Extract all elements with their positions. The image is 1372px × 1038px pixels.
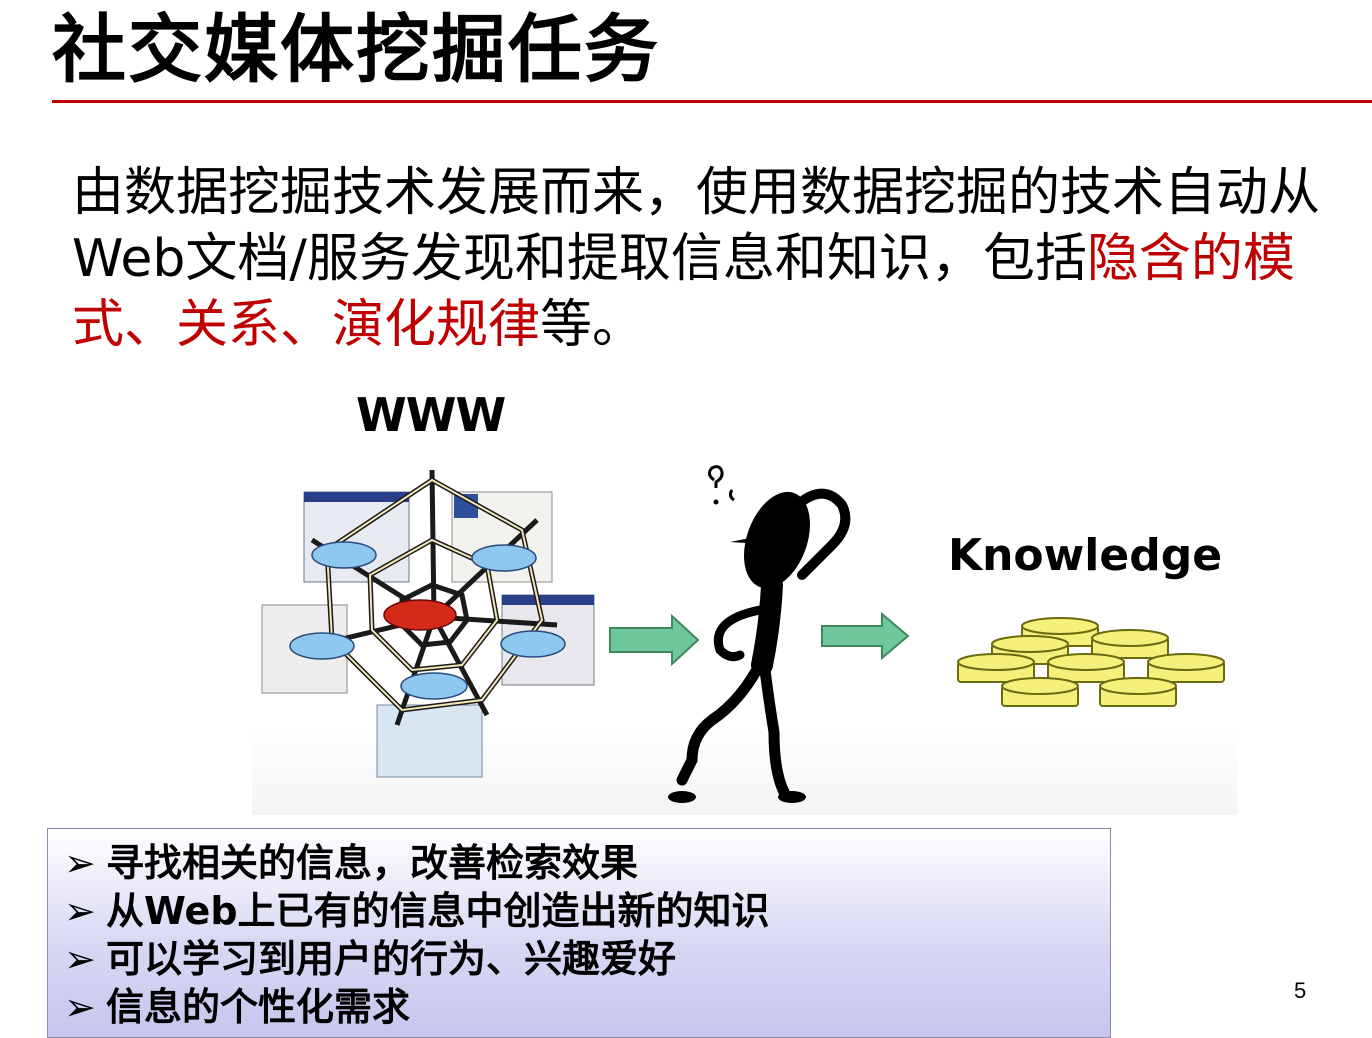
www-label: WWW [356,388,506,442]
knowledge-coins [957,617,1225,707]
page-number: 5 [1294,978,1307,1003]
bullet-arrow-icon: ➢ [64,841,96,885]
bullet-arrow-icon: ➢ [64,985,96,1029]
bullet-item: ➢ 寻找相关的信息，改善检索效果 [64,839,1110,887]
intro-text-after: 等。 [540,295,645,355]
bullet-item: ➢ 信息的个性化需求 [64,983,1110,1031]
bullet-text: 信息的个性化需求 [106,985,411,1029]
bullet-list: ➢ 寻找相关的信息，改善检索效果 ➢ 从Web上已有的信息中创造出新的知识 ➢ 可以学… [64,839,1110,1031]
bullet-arrow-icon: ➢ [64,889,96,933]
thinking-person [668,465,851,803]
title-divider [52,100,1372,103]
bullet-item: ➢ 可以学习到用户的行为、兴趣爱好 [64,935,1110,983]
bullet-box: ➢ 寻找相关的信息，改善检索效果 ➢ 从Web上已有的信息中创造出新的知识 ➢ 可以学… [47,828,1111,1038]
slide-title: 社交媒体挖掘任务 [52,7,660,93]
intro-paragraph: 由数据挖掘技术发展而来，使用数据挖掘的技术自动从Web文档/服务发现和提取信息和… [72,160,1352,358]
bullet-arrow-icon: ➢ [64,937,96,981]
bullet-item: ➢ 从Web上已有的信息中创造出新的知识 [64,887,1110,935]
knowledge-label: Knowledge [948,530,1223,581]
bullet-text: 从Web上已有的信息中创造出新的知识 [106,889,770,933]
bullet-text: 寻找相关的信息，改善检索效果 [106,841,639,885]
web-mining-diagram: WWW Knowledge [252,380,1237,815]
bullet-text: 可以学习到用户的行为、兴趣爱好 [106,937,677,981]
diagram-artwork [261,465,1225,803]
